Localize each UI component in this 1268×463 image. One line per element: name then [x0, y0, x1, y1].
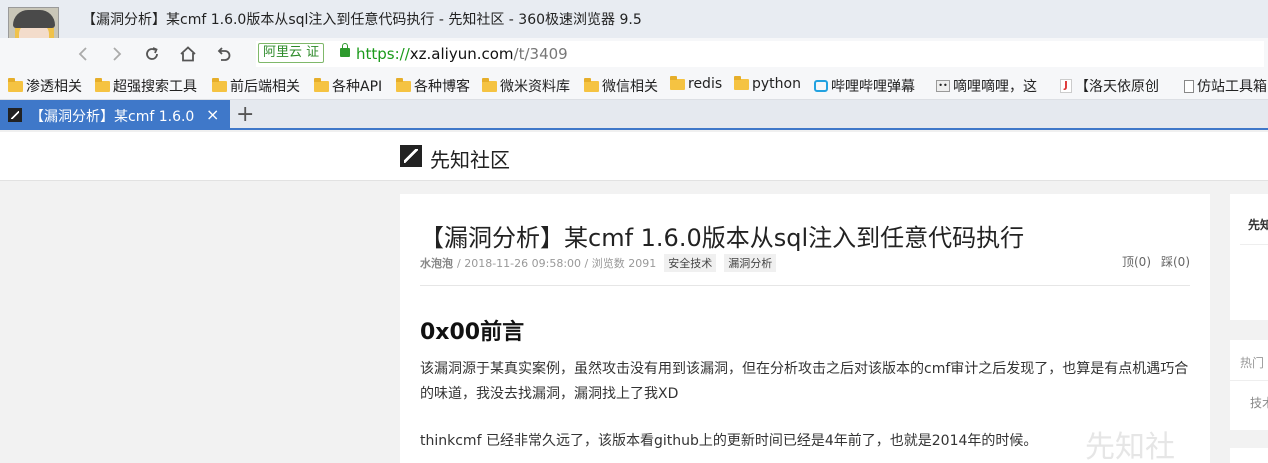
- close-icon[interactable]: ×: [206, 105, 219, 124]
- bookmark-label: redis: [688, 76, 723, 92]
- undo-button[interactable]: [212, 42, 236, 66]
- vote-controls: 顶(0) 踩(0): [1122, 253, 1190, 270]
- sidebar-card-hot: 热门 技术: [1230, 340, 1268, 430]
- tab-title: 【漏洞分析】某cmf 1.6.0: [30, 109, 195, 125]
- xianzhi-logo-icon[interactable]: [400, 145, 422, 167]
- url-host: xz.aliyun.com: [409, 45, 514, 63]
- divider: [1240, 244, 1268, 245]
- folder-icon: [212, 77, 227, 92]
- bookmark-item[interactable]: 前后端相关: [212, 76, 300, 96]
- bookmark-label: python: [752, 76, 801, 92]
- site-logo-text[interactable]: 先知社区: [430, 144, 510, 173]
- article-card: 【漏洞分析】某cmf 1.6.0版本从sql注入到任意代码执行 水泡泡 / 20…: [400, 194, 1210, 463]
- bookmark-label: 哔哩哔哩弹幕: [831, 79, 915, 95]
- folder-icon: [8, 77, 23, 92]
- bookmarks-bar: 渗透相关 超强搜索工具 前后端相关 各种API 各种博客 微米资料库 微信相关 …: [0, 70, 1268, 100]
- tab-strip: 【漏洞分析】某cmf 1.6.0 × +: [0, 100, 1268, 130]
- bilibili-icon: [814, 80, 828, 92]
- bookmark-item[interactable]: 仿站工具箱: [1184, 76, 1267, 96]
- site-verification-badge[interactable]: 阿里云 证: [258, 43, 325, 63]
- forward-button[interactable]: [104, 42, 128, 66]
- sidebar-item[interactable]: 技术: [1250, 394, 1268, 411]
- xianzhi-logo-icon: [8, 108, 22, 122]
- sidebar-card-title: 先知: [1248, 218, 1268, 232]
- lock-icon[interactable]: [340, 43, 350, 57]
- bookmark-label: 微米资料库: [500, 79, 570, 95]
- bookmark-item[interactable]: 各种博客: [396, 76, 470, 96]
- j-icon: J: [1060, 79, 1072, 93]
- sidebar-card-title: 热门: [1240, 356, 1265, 370]
- bookmark-label: 各种API: [332, 79, 383, 95]
- back-arrow-icon: [78, 47, 87, 61]
- url-text[interactable]: https://xz.aliyun.com/t/3409: [356, 45, 568, 63]
- bookmark-label: 微信相关: [602, 79, 658, 95]
- bookmark-item[interactable]: 渗透相关: [8, 76, 82, 96]
- bookmark-label: 仿站工具箱: [1197, 79, 1267, 95]
- reload-button[interactable]: [140, 42, 164, 66]
- folder-icon: [734, 75, 749, 90]
- meta-info: / 2018-11-26 09:58:00 / 浏览数 2091: [457, 257, 657, 270]
- forward-arrow-icon: [113, 47, 122, 61]
- bookmark-label: 超强搜索工具: [113, 79, 197, 95]
- bookmark-item[interactable]: python: [734, 75, 801, 92]
- url-path: /t/3409: [513, 45, 568, 63]
- article-paragraph: thinkcmf 已经非常久远了，该版本看github上的更新时间已经是4年前了…: [420, 433, 1038, 449]
- folder-icon: [670, 75, 685, 90]
- article-meta: 水泡泡 / 2018-11-26 09:58:00 / 浏览数 2091 安全技…: [420, 254, 777, 272]
- bookmark-item[interactable]: 哔哩哔哩弹幕: [814, 76, 915, 96]
- article-paragraph: 该漏洞源于某真实案例，虽然攻击没有用到该漏洞，但在分析攻击之后对该版本的cmf审…: [420, 361, 1189, 402]
- bookmark-item[interactable]: 微信相关: [584, 76, 658, 96]
- bookmark-item[interactable]: redis: [670, 75, 723, 92]
- url-scheme: https://: [356, 45, 410, 63]
- home-button[interactable]: [176, 42, 200, 66]
- bookmark-label: 各种博客: [414, 79, 470, 95]
- page-content: 先知社区 【漏洞分析】某cmf 1.6.0版本从sql注入到任意代码执行 水泡泡…: [0, 132, 1268, 463]
- avatar-hat: [13, 10, 55, 28]
- folder-icon: [584, 77, 599, 92]
- author-link[interactable]: 水泡泡: [420, 255, 453, 271]
- undo-icon: [217, 47, 231, 61]
- bookmark-label: 嘀哩嘀哩，这: [953, 79, 1037, 95]
- window-title: 【漏洞分析】某cmf 1.6.0版本从sql注入到任意代码执行 - 先知社区 -…: [82, 12, 642, 28]
- address-bar[interactable]: 阿里云 证 https://xz.aliyun.com/t/3409: [256, 41, 1264, 67]
- bookmark-item[interactable]: 超强搜索工具: [95, 76, 197, 96]
- folder-icon: [396, 77, 411, 92]
- tab-active[interactable]: 【漏洞分析】某cmf 1.6.0 ×: [0, 100, 230, 130]
- navigation-bar: 阿里云 证 https://xz.aliyun.com/t/3409: [0, 38, 1268, 70]
- article-title: 【漏洞分析】某cmf 1.6.0版本从sql注入到任意代码执行: [420, 224, 1025, 252]
- divider: [1230, 380, 1268, 381]
- site-header: 先知社区: [0, 132, 1268, 181]
- home-icon: [180, 46, 196, 62]
- bookmark-label: 前后端相关: [230, 79, 300, 95]
- downvote-button[interactable]: 踩(0): [1161, 253, 1190, 270]
- section-heading: 0x00前言: [420, 320, 525, 345]
- tag-security-tech[interactable]: 安全技术: [664, 254, 717, 272]
- reload-icon: [146, 47, 158, 60]
- folder-icon: [95, 77, 110, 92]
- bookmark-item[interactable]: J 【洛天依原创: [1060, 76, 1159, 96]
- bookmark-item[interactable]: 各种API: [314, 76, 382, 96]
- bookmark-label: 【洛天依原创: [1075, 79, 1159, 95]
- bookmark-item[interactable]: •• 嘀哩嘀哩，这: [936, 76, 1037, 96]
- page-icon: [1184, 79, 1194, 93]
- folder-icon: [314, 77, 329, 92]
- sidebar-card: [1230, 448, 1268, 463]
- new-tab-button[interactable]: +: [236, 102, 254, 127]
- sidebar-card-author: 先知: [1230, 194, 1268, 320]
- back-button[interactable]: [72, 42, 96, 66]
- bookmark-label: 渗透相关: [26, 79, 82, 95]
- upvote-button[interactable]: 顶(0): [1122, 253, 1151, 270]
- title-bar: 【漏洞分析】某cmf 1.6.0版本从sql注入到任意代码执行 - 先知社区 -…: [0, 0, 1268, 58]
- emoticon-icon: ••: [936, 80, 950, 92]
- divider: [420, 285, 1190, 286]
- bookmark-item[interactable]: 微米资料库: [482, 76, 570, 96]
- tag-vuln-analysis[interactable]: 漏洞分析: [724, 254, 777, 272]
- folder-icon: [482, 77, 497, 92]
